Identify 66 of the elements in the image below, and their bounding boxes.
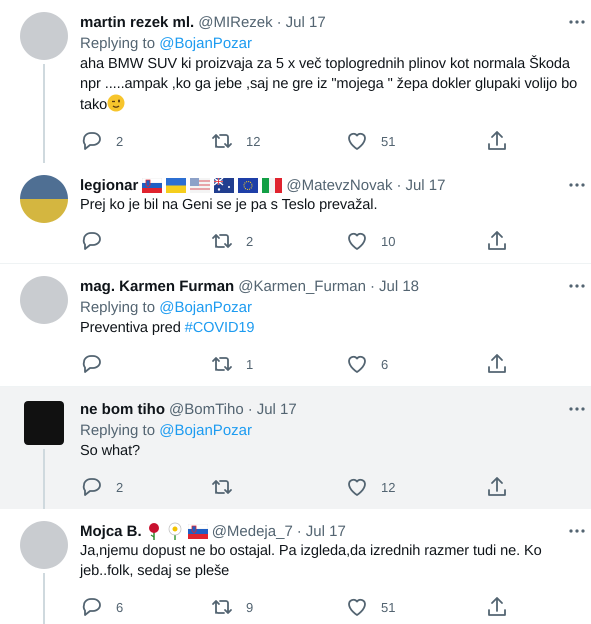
separator-dot: · bbox=[276, 14, 282, 30]
share-icon bbox=[485, 595, 509, 619]
tweet-text: So what? bbox=[80, 442, 142, 461]
user-name[interactable]: mag. Karmen Furman bbox=[80, 278, 234, 294]
winking-face-icon bbox=[107, 94, 126, 112]
daisy-icon bbox=[166, 522, 184, 540]
flag-icon bbox=[238, 178, 258, 192]
retweet-count: 12 bbox=[246, 134, 260, 148]
reply-count: 2 bbox=[116, 480, 124, 494]
flag-icon bbox=[188, 524, 208, 538]
share-icon bbox=[485, 129, 509, 153]
separator-dot: · bbox=[296, 522, 302, 540]
tweet-date[interactable]: Jul 17 bbox=[286, 14, 326, 30]
more-icon[interactable] bbox=[569, 20, 585, 24]
flag-icon bbox=[262, 178, 282, 192]
tweet-card[interactable]: ne bom tiho @BomTiho · Jul 17 Replying to @BojanPozar So what? 2 12 bbox=[0, 387, 591, 509]
reply-icon bbox=[80, 352, 104, 376]
user-name[interactable]: martin rezek ml. bbox=[80, 14, 194, 30]
tweet-date[interactable]: Jul 18 bbox=[379, 278, 420, 294]
flag-icon bbox=[166, 178, 186, 192]
reply-icon bbox=[80, 475, 104, 499]
like-count: 51 bbox=[381, 134, 396, 148]
like-count: 51 bbox=[381, 600, 396, 614]
user-handle[interactable]: @MIRezek bbox=[198, 14, 273, 30]
user-handle[interactable]: @MatevzNovak bbox=[286, 176, 392, 194]
separator-dot: · bbox=[396, 176, 402, 194]
user-name[interactable]: Mojca B. bbox=[80, 522, 142, 540]
share-icon bbox=[485, 352, 509, 376]
separator-dot: · bbox=[248, 400, 253, 418]
flag-icon bbox=[190, 178, 210, 192]
more-icon[interactable] bbox=[569, 284, 585, 288]
tweet-text: Prej ko je bil na Geni se je pa s Teslo prevažal. bbox=[80, 196, 378, 215]
retweet-count: 9 bbox=[246, 600, 254, 614]
flag-icon bbox=[214, 178, 234, 192]
tweet-date[interactable]: Jul 17 bbox=[256, 400, 297, 418]
reply-icon bbox=[80, 229, 104, 253]
reply-icon bbox=[80, 595, 104, 619]
flag-icon bbox=[142, 178, 162, 192]
more-icon[interactable] bbox=[569, 407, 585, 411]
share-icon bbox=[485, 229, 509, 253]
like-count: 12 bbox=[381, 480, 396, 494]
user-handle[interactable]: @Karmen_Furman bbox=[238, 278, 366, 294]
more-icon[interactable] bbox=[569, 183, 585, 187]
retweet-count: 1 bbox=[246, 356, 254, 372]
user-name[interactable]: legionar bbox=[80, 176, 138, 194]
tweet-text: Preventiva pred #COVID19 bbox=[80, 319, 256, 338]
like-count: 6 bbox=[381, 356, 388, 372]
user-handle[interactable]: @Medeja_7 bbox=[212, 522, 293, 540]
replying-label: Replying to bbox=[80, 35, 156, 52]
replying-label: Replying to bbox=[80, 422, 156, 439]
reply-count: 6 bbox=[116, 600, 124, 614]
retweet-count: 2 bbox=[246, 234, 254, 248]
tweet-date[interactable]: Jul 17 bbox=[306, 522, 346, 540]
like-count: 10 bbox=[381, 234, 396, 248]
user-name[interactable]: ne bom tiho bbox=[80, 400, 165, 418]
more-icon[interactable] bbox=[569, 529, 585, 533]
share-icon bbox=[485, 475, 509, 499]
reply-count: 2 bbox=[116, 134, 124, 148]
replying-label: Replying to bbox=[80, 299, 156, 316]
reply-icon bbox=[80, 129, 104, 153]
tweet-date[interactable]: Jul 17 bbox=[405, 176, 446, 194]
user-handle[interactable]: @BomTiho bbox=[169, 400, 244, 418]
separator-dot: · bbox=[370, 278, 375, 294]
tweet-text: Ja,njemu dopust ne bo ostajal. Pa izgleda,da izrednih razmer tudi ne. Ko jeb..folk, sedaj se pleše bbox=[80, 542, 543, 581]
avatar[interactable] bbox=[20, 175, 68, 223]
tweet-text: aha BMW SUV ki proizvaja za 5 x več toplogrednih plinov kot normala Škoda npr .....ampak ,ko ga jebe ,saj ne gre iz "mojega " žepa dokler glupaki volijo bo tako bbox=[80, 54, 578, 115]
